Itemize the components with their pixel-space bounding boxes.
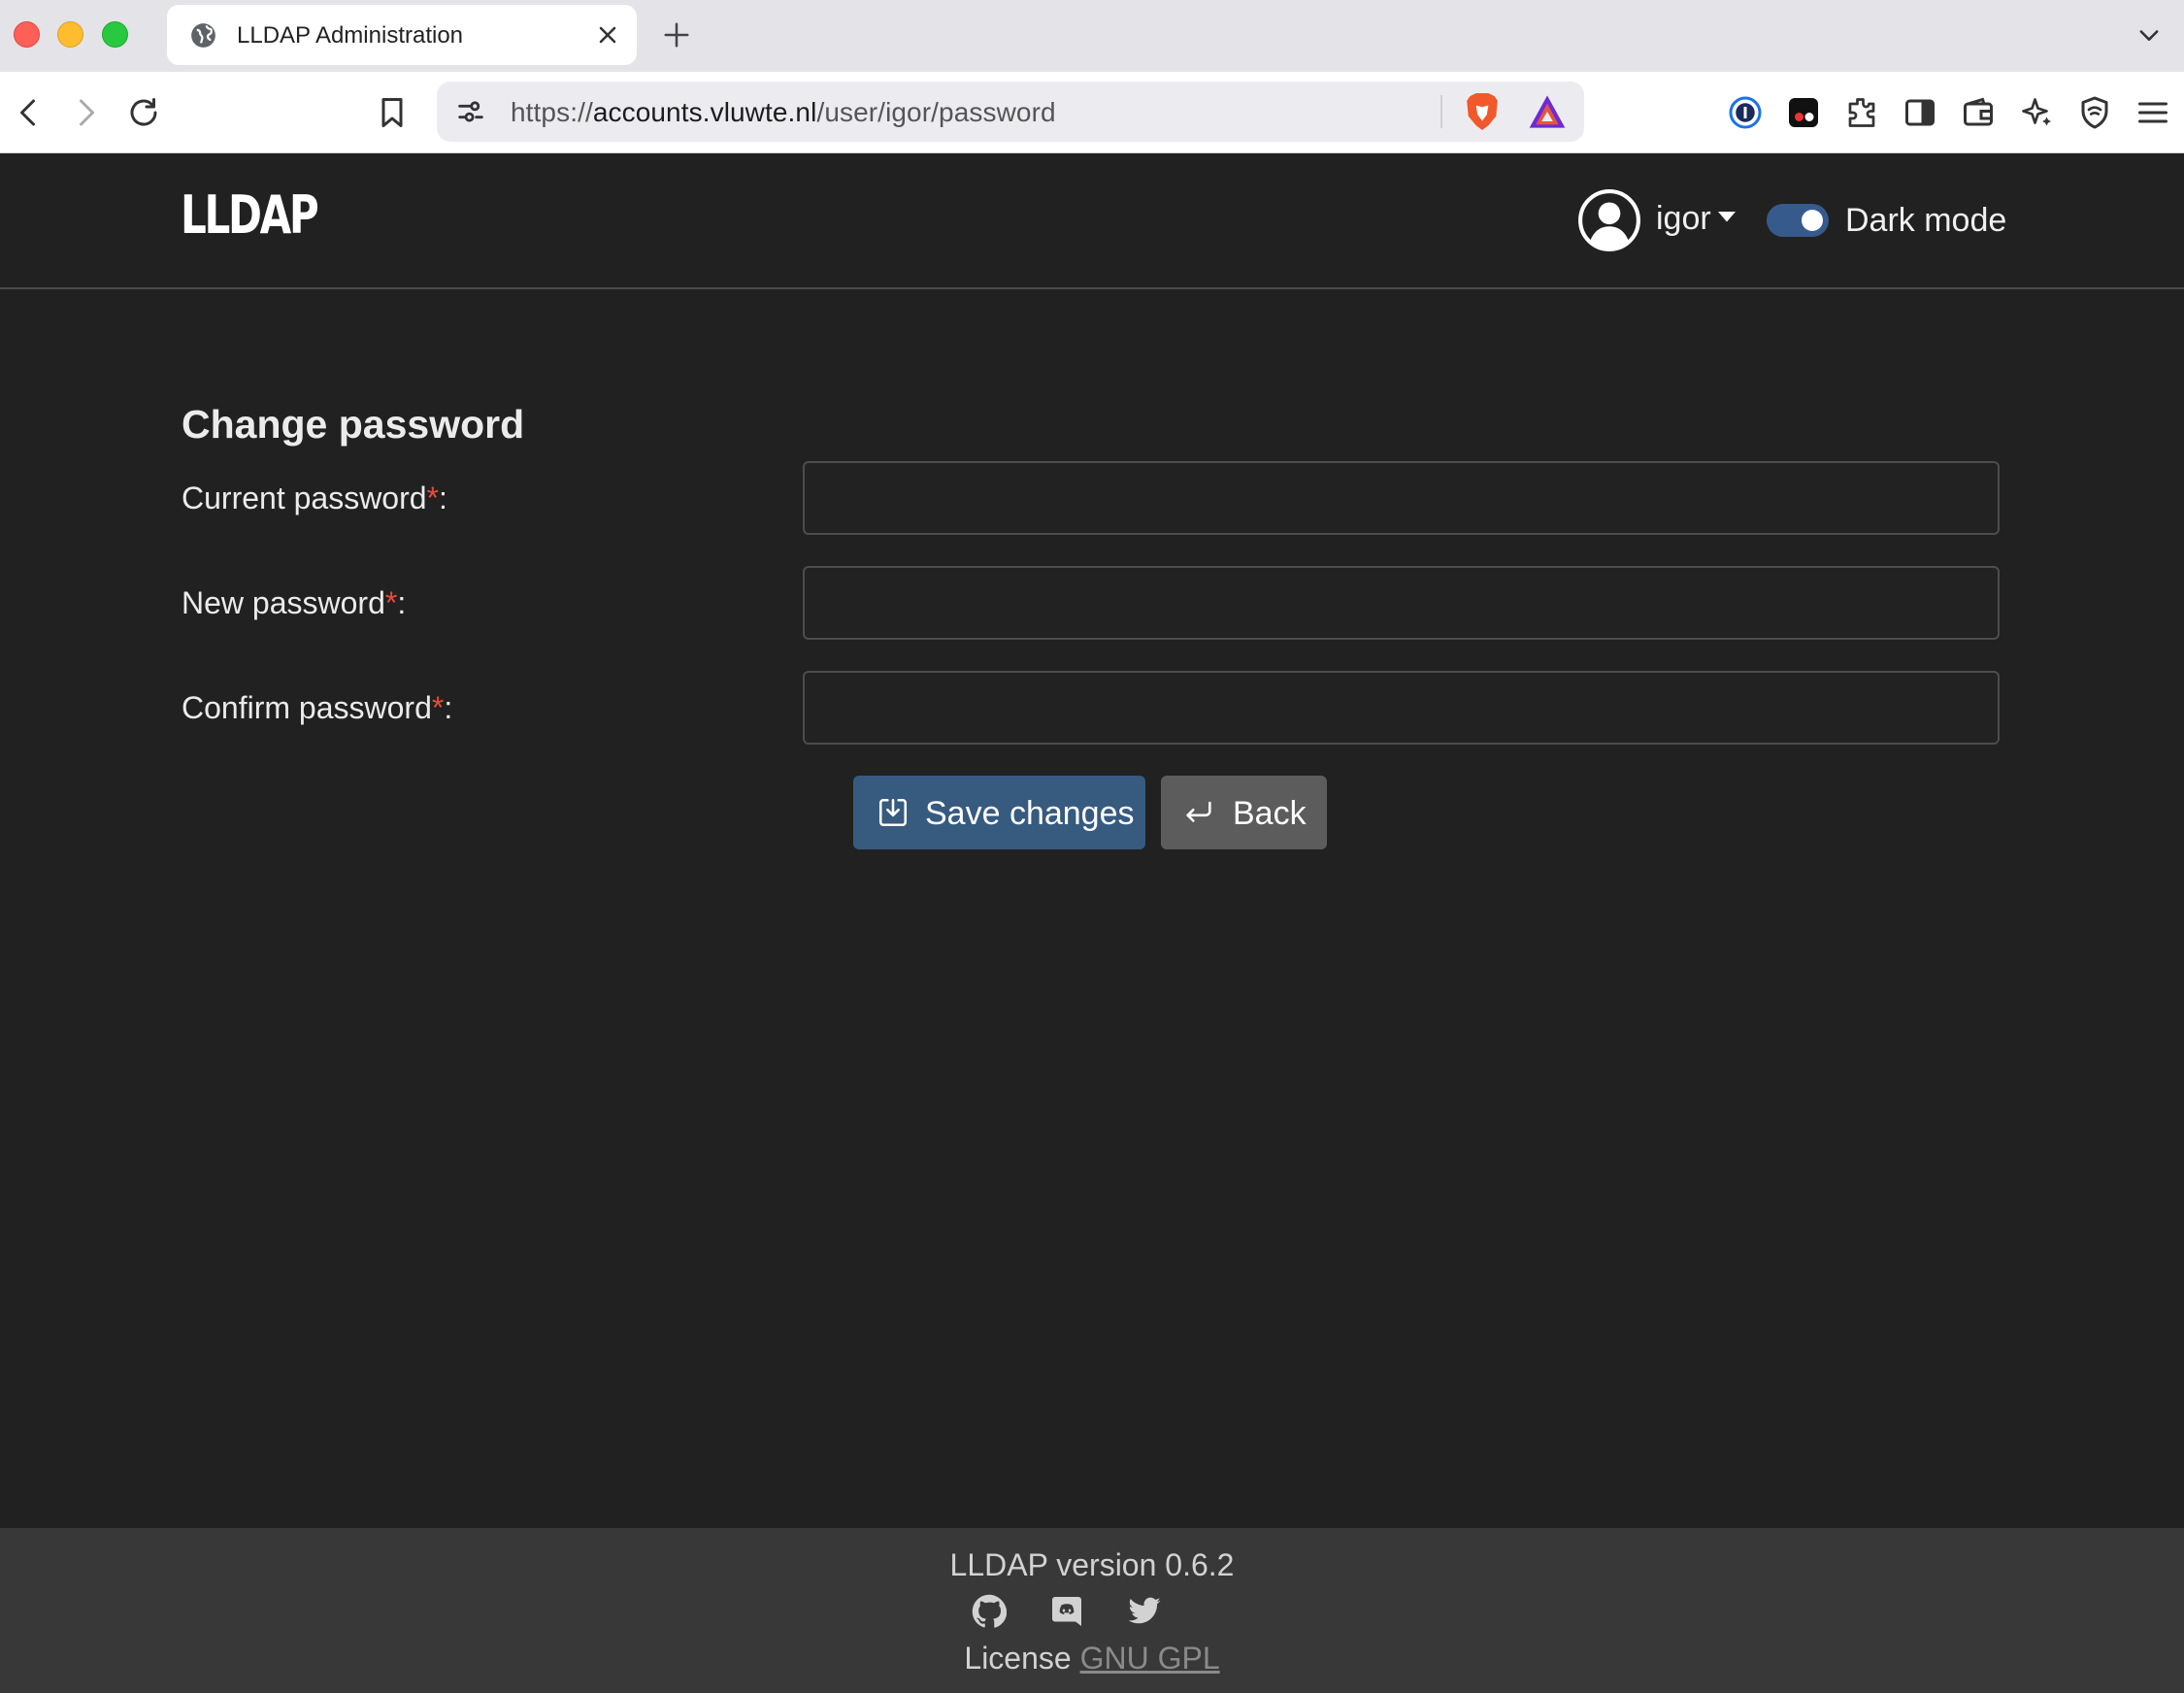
- browser-tab[interactable]: LLDAP Administration: [167, 5, 637, 65]
- new-password-row: New password*:: [0, 566, 2184, 640]
- back-label: Back: [1233, 795, 1307, 832]
- dark-mode-label[interactable]: Dark mode: [1845, 202, 2006, 240]
- brave-rewards-icon[interactable]: [1528, 93, 1567, 130]
- version-text: LLDAP version 0.6.2: [949, 1547, 1235, 1582]
- sidebar-icon[interactable]: [1903, 95, 1937, 130]
- user-menu-name[interactable]: igor: [1656, 200, 1711, 238]
- leo-ai-icon[interactable]: [2019, 95, 2054, 130]
- gnu-gpl-link[interactable]: GNU GPL: [1080, 1641, 1220, 1676]
- vpn-shield-icon[interactable]: [2077, 95, 2112, 130]
- reload-icon[interactable]: [126, 95, 161, 130]
- current-password-label: Current password*:: [182, 481, 447, 516]
- page-title: Change password: [182, 402, 525, 447]
- field-label-text: Confirm password: [182, 690, 432, 725]
- brave-shields-icon[interactable]: [1464, 91, 1501, 132]
- new-password-label: New password*:: [182, 585, 406, 621]
- address-bar[interactable]: https://accounts.vluwte.nl/user/igor/pas…: [437, 82, 1584, 142]
- tab-title: LLDAP Administration: [237, 22, 464, 49]
- download-icon: [878, 798, 908, 827]
- url-text[interactable]: https://accounts.vluwte.nl/user/igor/pas…: [511, 97, 1056, 128]
- extension-icon[interactable]: [1786, 95, 1821, 130]
- app-header: LLDAP igor Dark mode: [0, 153, 2184, 289]
- menu-icon[interactable]: [2135, 95, 2170, 130]
- wallet-icon[interactable]: [1961, 95, 1996, 130]
- globe-icon: [191, 23, 215, 48]
- confirm-password-row: Confirm password*:: [0, 671, 2184, 745]
- forward-arrow-icon[interactable]: [68, 95, 103, 130]
- window-close-button[interactable]: [14, 21, 40, 48]
- save-changes-button[interactable]: Save changes: [853, 776, 1145, 849]
- bookmark-icon[interactable]: [375, 95, 410, 130]
- footer: LLDAP version 0.6.2 License GNU GPL: [0, 1528, 2184, 1693]
- new-tab-icon[interactable]: [662, 20, 691, 50]
- label-colon: :: [444, 690, 453, 725]
- browser-toolbar: https://accounts.vluwte.nl/user/igor/pas…: [0, 72, 2184, 153]
- field-label-text: New password: [182, 585, 385, 620]
- window-minimize-button[interactable]: [57, 21, 83, 48]
- close-tab-icon[interactable]: [594, 21, 621, 49]
- app-logo[interactable]: LLDAP: [181, 184, 319, 246]
- back-arrow-icon[interactable]: [12, 95, 47, 130]
- url-host: accounts.vluwte.nl: [592, 97, 817, 127]
- url-path: /user/igor/password: [816, 97, 1056, 127]
- required-mark: *: [431, 690, 445, 725]
- current-password-row: Current password*:: [0, 461, 2184, 535]
- save-changes-label: Save changes: [925, 795, 1135, 832]
- back-button[interactable]: Back: [1161, 776, 1327, 849]
- current-password-input[interactable]: [803, 461, 2000, 535]
- dark-mode-toggle[interactable]: [1767, 204, 1829, 237]
- return-arrow-icon: [1186, 801, 1211, 822]
- github-icon[interactable]: [972, 1594, 1007, 1629]
- required-mark: *: [384, 585, 398, 620]
- label-colon: :: [439, 481, 447, 515]
- discord-icon[interactable]: [1049, 1594, 1084, 1629]
- url-separator: [1440, 95, 1442, 128]
- required-mark: *: [426, 481, 439, 515]
- confirm-password-input[interactable]: [803, 671, 2000, 745]
- license-text: License GNU GPL: [0, 1641, 2184, 1676]
- site-settings-icon[interactable]: [454, 95, 487, 128]
- field-label-text: Current password: [182, 481, 427, 515]
- confirm-password-label: Confirm password*:: [182, 690, 452, 726]
- license-prefix: License: [964, 1641, 1072, 1676]
- extensions-puzzle-icon[interactable]: [1844, 95, 1879, 130]
- label-colon: :: [397, 585, 407, 620]
- window-zoom-button[interactable]: [102, 21, 128, 48]
- password-manager-icon[interactable]: [1728, 95, 1763, 130]
- user-avatar-icon[interactable]: [1577, 188, 1641, 252]
- chevron-down-icon[interactable]: [2135, 21, 2163, 49]
- toggle-knob: [1802, 210, 1823, 231]
- url-scheme: https://: [511, 97, 593, 127]
- caret-down-icon[interactable]: [1718, 212, 1736, 223]
- twitter-icon[interactable]: [1127, 1594, 1162, 1629]
- browser-tab-bar: LLDAP Administration: [0, 0, 2184, 72]
- new-password-input[interactable]: [803, 566, 2000, 640]
